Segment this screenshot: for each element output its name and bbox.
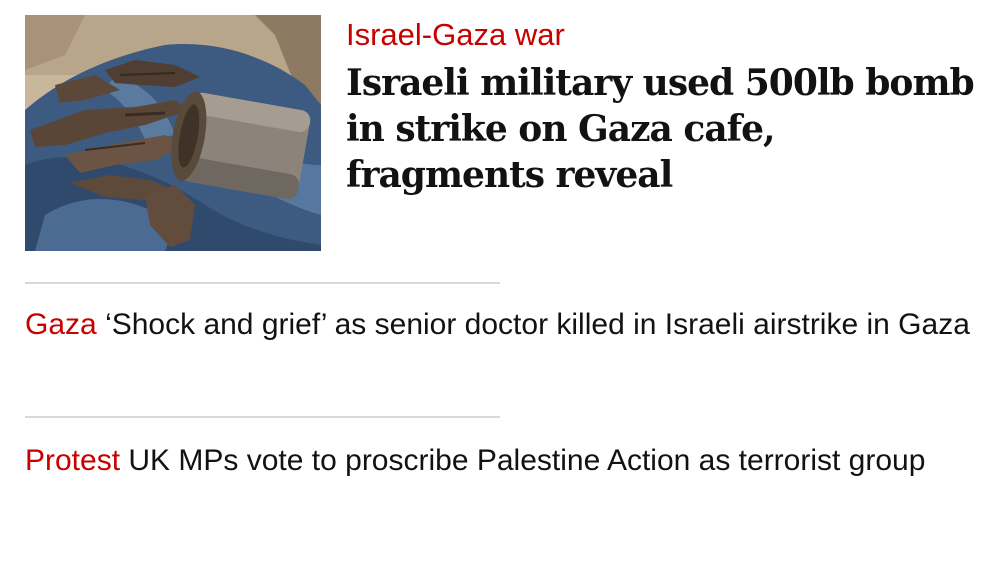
lead-story-kicker[interactable]: Israel-Gaza war (346, 15, 976, 55)
lead-story[interactable]: Israel-Gaza war Israeli military used 50… (25, 15, 975, 255)
lead-story-headline[interactable]: Israeli military used 500lb bomb in stri… (346, 60, 976, 198)
lead-story-photo[interactable] (25, 15, 321, 251)
story-headline[interactable]: ‘Shock and grief’ as senior doctor kille… (105, 308, 970, 341)
story-item[interactable]: Gaza ‘Shock and grief’ as senior doctor … (25, 303, 975, 346)
story-kicker: Gaza (25, 308, 97, 341)
story-divider (25, 282, 500, 284)
news-feed: Israel-Gaza war Israeli military used 50… (0, 0, 1000, 571)
story-item[interactable]: Protest UK MPs vote to proscribe Palesti… (25, 439, 975, 482)
lead-story-text: Israel-Gaza war Israeli military used 50… (346, 15, 976, 198)
bomb-fragments-photo (25, 15, 321, 251)
story-headline[interactable]: UK MPs vote to proscribe Palestine Actio… (128, 444, 925, 477)
story-divider (25, 416, 500, 418)
story-kicker: Protest (25, 444, 121, 477)
